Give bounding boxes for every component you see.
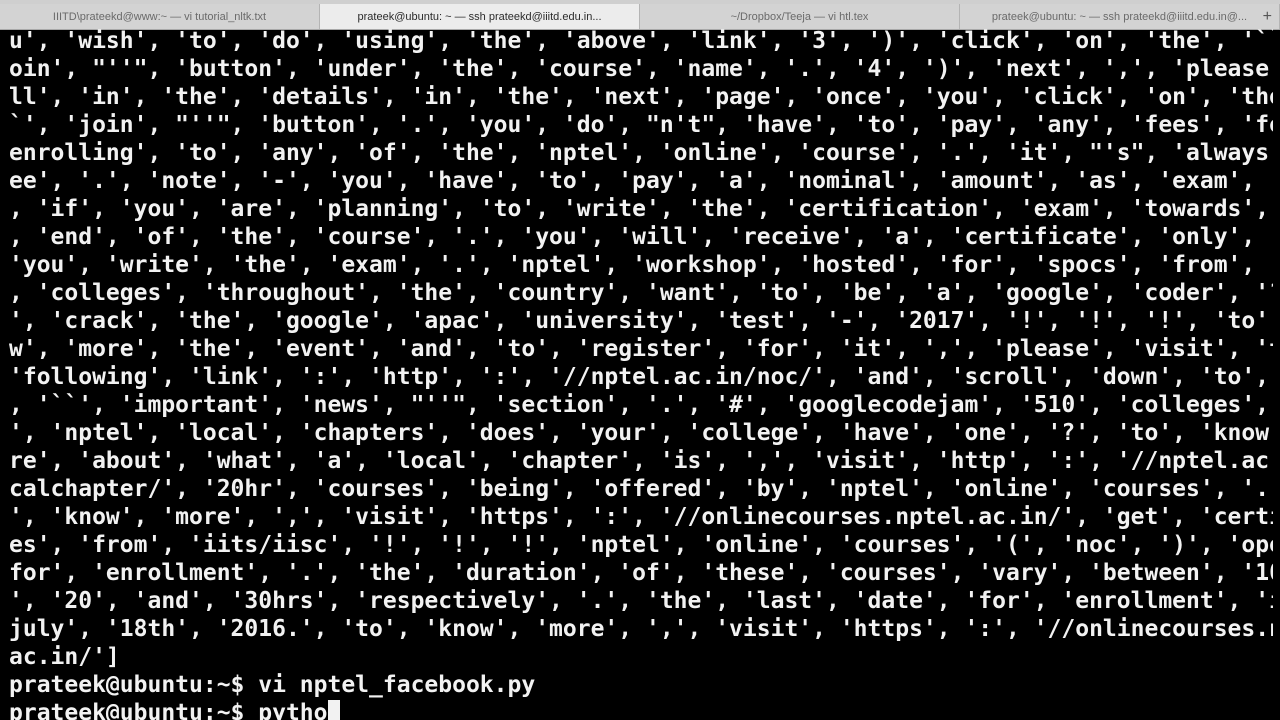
output-line: july', '18th', '2016.', 'to', 'know', 'm…: [9, 616, 1273, 642]
output-line: ll', 'in', 'the', 'details', 'in', 'the'…: [9, 84, 1273, 110]
output-line: ', 'know', 'more', ',', 'visit', 'https'…: [9, 504, 1273, 530]
terminal-content[interactable]: u', 'wish', 'to', 'do', 'using', 'the', …: [9, 27, 1273, 720]
output-line: ac.in/']: [9, 644, 120, 670]
output-line: for', 'enrollment', '.', 'the', 'duratio…: [9, 560, 1273, 586]
output-line: 'you', 'write', 'the', 'exam', '.', 'npt…: [9, 252, 1273, 278]
tab-label: prateek@ubuntu: ~ — ssh prateekd@iiitd.e…: [357, 10, 602, 23]
text-cursor: [327, 700, 340, 720]
output-line: enrolling', 'to', 'any', 'of', 'the', 'n…: [9, 140, 1273, 166]
command-text: vi nptel_facebook.py: [258, 672, 536, 698]
output-line: re', 'about', 'what', 'a', 'local', 'cha…: [9, 448, 1273, 474]
prompt-line: prateek@ubuntu:~$ vi nptel_facebook.py: [9, 671, 1273, 699]
tab-label: ~/Dropbox/Teeja — vi htl.tex: [730, 10, 869, 23]
command-input[interactable]: pytho: [258, 700, 327, 720]
output-line: ', '20', 'and', '30hrs', 'respectively',…: [9, 588, 1273, 614]
tab-vi-htl-tex[interactable]: ~/Dropbox/Teeja — vi htl.tex: [640, 4, 960, 29]
output-line: ', 'nptel', 'local', 'chapters', 'does',…: [9, 420, 1273, 446]
tab-label: prateek@ubuntu: ~ — ssh prateekd@iiitd.e…: [991, 10, 1248, 23]
active-prompt-line[interactable]: prateek@ubuntu:~$ pytho: [9, 699, 1273, 720]
output-line: calchapter/', '20hr', 'courses', 'being'…: [9, 476, 1273, 502]
output-line: es', 'from', 'iits/iisc', '!', '!', '!',…: [9, 532, 1273, 558]
output-line: ', 'crack', 'the', 'google', 'apac', 'un…: [9, 308, 1273, 334]
tab-ssh-second[interactable]: prateek@ubuntu: ~ — ssh prateekd@iiitd.e…: [960, 4, 1280, 29]
output-line: 'following', 'link', ':', 'http', ':', '…: [9, 364, 1273, 390]
tab-vi-tutorial-nltk[interactable]: IIITD\prateekd@www:~ — vi tutorial_nltk.…: [0, 4, 320, 29]
output-line: oin', "''", 'button', 'under', 'the', 'c…: [9, 56, 1273, 82]
shell-prompt: prateek@ubuntu:~$: [9, 700, 259, 720]
output-line: , 'if', 'you', 'are', 'planning', 'to', …: [9, 196, 1273, 222]
tab-label: IIITD\prateekd@www:~ — vi tutorial_nltk.…: [52, 10, 267, 23]
output-line: , '``', 'important', 'news', "''", 'sect…: [9, 392, 1273, 418]
shell-prompt: prateek@ubuntu:~$: [9, 672, 259, 698]
output-line: , 'colleges', 'throughout', 'the', 'coun…: [9, 280, 1273, 306]
output-line: ee', '.', 'note', '-', 'you', 'have', 't…: [9, 168, 1273, 194]
output-line: w', 'more', 'the', 'event', 'and', 'to',…: [9, 336, 1273, 362]
output-line: `', 'join', "''", 'button', '.', 'you', …: [9, 112, 1273, 138]
tab-ssh-active[interactable]: prateek@ubuntu: ~ — ssh prateekd@iiitd.e…: [320, 4, 640, 29]
output-line: , 'end', 'of', 'the', 'course', '.', 'yo…: [9, 224, 1273, 250]
output-line: u', 'wish', 'to', 'do', 'using', 'the', …: [9, 28, 1273, 54]
terminal-window: IIITD\prateekd@www:~ — vi tutorial_nltk.…: [0, 0, 1280, 720]
